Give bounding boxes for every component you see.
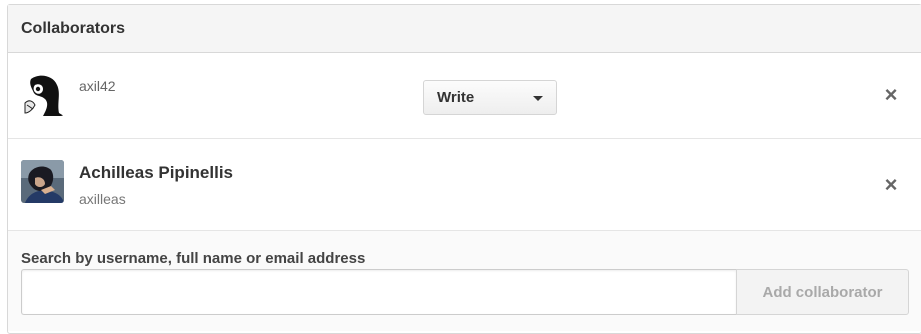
collaborator-username: axilleas	[79, 191, 126, 207]
close-icon: ×	[884, 172, 898, 197]
collaborator-row: axil42 Write ×	[8, 53, 921, 139]
add-collaborator-section: Search by username, full name or email a…	[8, 231, 921, 331]
add-collaborator-button[interactable]: Add collaborator	[736, 269, 909, 315]
permission-select[interactable]: Write	[423, 80, 557, 115]
caret-down-icon	[533, 96, 543, 101]
add-collaborator-form: Add collaborator	[21, 269, 909, 315]
remove-collaborator-button[interactable]: ×	[879, 173, 903, 197]
collaborator-search-input[interactable]	[21, 269, 736, 315]
permission-value: Write	[437, 89, 475, 106]
remove-collaborator-button[interactable]: ×	[879, 83, 903, 107]
search-label: Search by username, full name or email a…	[21, 250, 366, 267]
collaborators-panel: Collaborators axil42 Write × Achilleas P…	[7, 4, 921, 334]
panel-header: Collaborators	[8, 5, 921, 53]
avatar[interactable]	[21, 160, 64, 203]
close-icon: ×	[884, 82, 898, 107]
avatar[interactable]	[21, 73, 64, 116]
collaborator-row: Achilleas Pipinellis axilleas ×	[8, 139, 921, 231]
collaborator-full-name[interactable]: Achilleas Pipinellis	[79, 163, 233, 183]
panel-title: Collaborators	[21, 19, 126, 37]
collaborator-username[interactable]: axil42	[79, 78, 116, 94]
